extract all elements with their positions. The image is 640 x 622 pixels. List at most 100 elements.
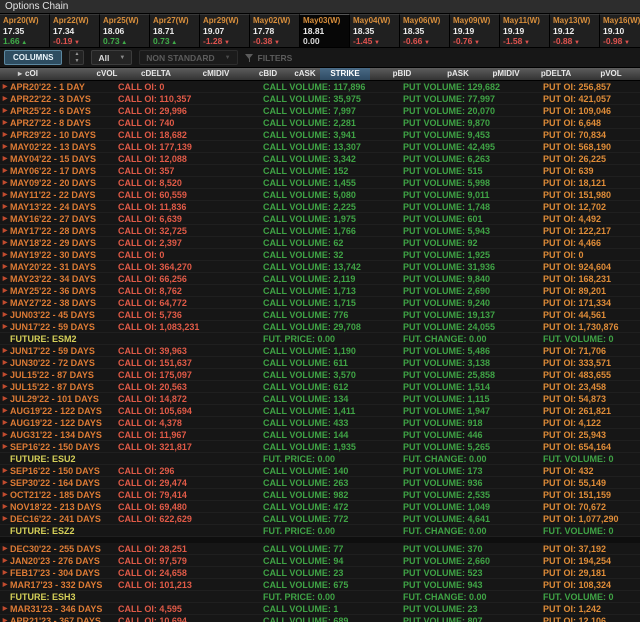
- expiration-row[interactable]: ▶ APR21'23 - 367 DAYS CALL OI: 10,694 CALL …: [0, 615, 640, 622]
- expiration-tab-may11w[interactable]: May11(W) 19.19 -1.58 ▼: [500, 14, 550, 47]
- row-expander-icon[interactable]: ▶: [0, 129, 10, 141]
- expiration-row[interactable]: ▶ MAY06'22 - 17 DAYS CALL OI: 357 CALL VOLU…: [0, 165, 640, 177]
- row-expander-icon[interactable]: ▶: [0, 225, 10, 237]
- row-expander-icon[interactable]: ▶: [0, 441, 10, 453]
- row-expander-icon[interactable]: ▶: [0, 213, 10, 225]
- expiration-row[interactable]: ▶ JUN03'22 - 45 DAYS CALL OI: 5,736 CALL VO…: [0, 309, 640, 321]
- expiration-tab-may06w[interactable]: May06(W) 18.35 -0.66 ▼: [400, 14, 450, 47]
- expiration-row[interactable]: ▶ FEB17'23 - 304 DAYS CALL OI: 24,658 CALL …: [0, 567, 640, 579]
- row-expander-icon[interactable]: ▶: [0, 93, 10, 105]
- row-expander-icon[interactable]: ▶: [0, 615, 10, 622]
- column-header-cvol[interactable]: cVOL: [88, 68, 126, 80]
- row-expander-icon[interactable]: ▶: [0, 189, 10, 201]
- column-header-cdelta[interactable]: cDELTA: [126, 68, 186, 80]
- row-expander-icon[interactable]: ▶: [0, 501, 10, 513]
- expiration-row[interactable]: ▶ SEP30'22 - 164 DAYS CALL OI: 29,474 CALL …: [0, 477, 640, 489]
- expiration-row[interactable]: ▶ OCT21'22 - 185 DAYS CALL OI: 79,414 CALL …: [0, 489, 640, 501]
- expiration-tab-may13w[interactable]: May13(W) 19.12 -0.88 ▼: [550, 14, 600, 47]
- future-row[interactable]: FUTURE: ESM2 FUT. PRICE: 0.00 FUT. CHANGE:…: [0, 333, 640, 345]
- expiration-tab-apr25w[interactable]: Apr25(W) 18.06 0.73 ▲: [100, 14, 150, 47]
- row-expander-icon[interactable]: ▶: [0, 141, 10, 153]
- expiration-row[interactable]: ▶ JUN30'22 - 72 DAYS CALL OI: 151,637 CALL …: [0, 357, 640, 369]
- row-expander-icon[interactable]: ▶: [0, 567, 10, 579]
- expiration-tab-apr20w[interactable]: Apr20(W) 17.35 1.66 ▲: [0, 14, 50, 47]
- filters-button[interactable]: FILTERS: [244, 53, 292, 63]
- expiration-row[interactable]: ▶ JUN17'22 - 59 DAYS CALL OI: 1,083,231 CAL…: [0, 321, 640, 333]
- series-filter-dropdown[interactable]: All ▼: [91, 50, 133, 65]
- column-header-cmidiv[interactable]: cMIDIV: [186, 68, 246, 80]
- column-header-cask[interactable]: cASK: [290, 68, 320, 80]
- row-expander-icon[interactable]: ▶: [0, 201, 10, 213]
- row-expander-icon[interactable]: ▶: [0, 177, 10, 189]
- row-expander-icon[interactable]: ▶: [0, 297, 10, 309]
- expiration-row[interactable]: ▶ JUN17'22 - 59 DAYS CALL OI: 39,963 CALL V…: [0, 345, 640, 357]
- row-expander-icon[interactable]: ▶: [0, 81, 10, 93]
- row-expander-icon[interactable]: ▶: [0, 429, 10, 441]
- row-expander-icon[interactable]: ▶: [0, 249, 10, 261]
- expiration-row[interactable]: ▶ DEC30'22 - 255 DAYS CALL OI: 28,251 CALL …: [0, 543, 640, 555]
- row-expander-icon[interactable]: ▶: [0, 369, 10, 381]
- expiration-row[interactable]: ▶ APR25'22 - 6 DAYS CALL OI: 29,996 CALL VO…: [0, 105, 640, 117]
- expiration-row[interactable]: ▶ MAY04'22 - 15 DAYS CALL OI: 12,088 CALL V…: [0, 153, 640, 165]
- row-expander-icon[interactable]: ▶: [0, 405, 10, 417]
- expiration-row[interactable]: ▶ MAY09'22 - 20 DAYS CALL OI: 8,520 CALL VO…: [0, 177, 640, 189]
- expiration-row[interactable]: ▶ MAY11'22 - 22 DAYS CALL OI: 60,559 CALL V…: [0, 189, 640, 201]
- expand-all-icon[interactable]: ▸: [18, 69, 22, 78]
- expiration-row[interactable]: ▶ APR20'22 - 1 DAY CALL OI: 0 CALL VOLUME: …: [0, 81, 640, 93]
- row-expander-icon[interactable]: ▶: [0, 153, 10, 165]
- expiration-row[interactable]: ▶ MAY02'22 - 13 DAYS CALL OI: 177,139 CALL …: [0, 141, 640, 153]
- row-expander-icon[interactable]: ▶: [0, 309, 10, 321]
- expiration-row[interactable]: ▶ MAR31'23 - 346 DAYS CALL OI: 4,595 CALL V…: [0, 603, 640, 615]
- row-expander-icon[interactable]: ▶: [0, 603, 10, 615]
- expiration-row[interactable]: ▶ MAY20'22 - 31 DAYS CALL OI: 364,270 CALL …: [0, 261, 640, 273]
- columns-button[interactable]: COLUMNS: [4, 50, 63, 65]
- expand-collapse-stepper[interactable]: ▲ ▼: [69, 50, 85, 65]
- non-standard-dropdown[interactable]: NON STANDARD ▼: [139, 50, 238, 65]
- column-header-pbid[interactable]: pBID: [370, 68, 434, 80]
- expiration-tab-may03w[interactable]: May03(W) 18.81 0.00: [300, 14, 350, 47]
- expiration-tab-apr29w[interactable]: Apr29(W) 19.07 -1.28 ▼: [200, 14, 250, 47]
- expiration-row[interactable]: ▶ MAY23'22 - 34 DAYS CALL OI: 66,256 CALL V…: [0, 273, 640, 285]
- expiration-row[interactable]: ▶ JAN20'23 - 276 DAYS CALL OI: 97,579 CALL …: [0, 555, 640, 567]
- column-header-cbid[interactable]: cBID: [246, 68, 290, 80]
- row-expander-icon[interactable]: ▶: [0, 345, 10, 357]
- expiration-row[interactable]: ▶ MAY13'22 - 24 DAYS CALL OI: 11,836 CALL V…: [0, 201, 640, 213]
- column-header-pask[interactable]: pASK: [434, 68, 482, 80]
- future-row[interactable]: FUTURE: ESU2 FUT. PRICE: 0.00 FUT. CHANGE:…: [0, 453, 640, 465]
- row-expander-icon[interactable]: ▶: [0, 381, 10, 393]
- column-header-pmidiv[interactable]: pMIDIV: [482, 68, 530, 80]
- column-header-pdelta[interactable]: pDELTA: [530, 68, 582, 80]
- row-expander-icon[interactable]: ▶: [0, 465, 10, 477]
- row-expander-icon[interactable]: ▶: [0, 273, 10, 285]
- expiration-row[interactable]: ▶ AUG19'22 - 122 DAYS CALL OI: 105,694 CALL…: [0, 405, 640, 417]
- row-expander-icon[interactable]: ▶: [0, 117, 10, 129]
- future-row[interactable]: FUTURE: ESH3 FUT. PRICE: 0.00 FUT. CHANGE:…: [0, 591, 640, 603]
- row-expander-icon[interactable]: ▶: [0, 417, 10, 429]
- expiration-row[interactable]: ▶ APR27'22 - 8 DAYS CALL OI: 740 CALL VOLUM…: [0, 117, 640, 129]
- expiration-row[interactable]: ▶ APR29'22 - 10 DAYS CALL OI: 18,682 CALL V…: [0, 129, 640, 141]
- expiration-row[interactable]: ▶ MAY17'22 - 28 DAYS CALL OI: 32,725 CALL V…: [0, 225, 640, 237]
- expiration-row[interactable]: ▶ AUG19'22 - 122 DAYS CALL OI: 4,378 CALL V…: [0, 417, 640, 429]
- expiration-row[interactable]: ▶ MAY27'22 - 38 DAYS CALL OI: 64,772 CALL V…: [0, 297, 640, 309]
- expiration-row[interactable]: ▶ MAY16'22 - 27 DAYS CALL OI: 6,639 CALL VO…: [0, 213, 640, 225]
- row-expander-icon[interactable]: ▶: [0, 513, 10, 525]
- expiration-tab-may16w[interactable]: May16(W) 19.10 -0.98 ▼: [600, 14, 640, 47]
- expiration-row[interactable]: ▶ SEP16'22 - 150 DAYS CALL OI: 296 CALL VOL…: [0, 465, 640, 477]
- expiration-row[interactable]: ▶ APR22'22 - 3 DAYS CALL OI: 110,357 CALL V…: [0, 93, 640, 105]
- row-expander-icon[interactable]: ▶: [0, 393, 10, 405]
- expiration-row[interactable]: ▶ NOV18'22 - 213 DAYS CALL OI: 69,480 CALL …: [0, 501, 640, 513]
- column-header-pvol[interactable]: pVOL: [582, 68, 640, 80]
- expiration-row[interactable]: ▶ MAY25'22 - 36 DAYS CALL OI: 8,762 CALL VO…: [0, 285, 640, 297]
- expiration-row[interactable]: ▶ MAR17'23 - 332 DAYS CALL OI: 101,213 CALL…: [0, 579, 640, 591]
- expiration-row[interactable]: ▶ DEC16'22 - 241 DAYS CALL OI: 622,629 CALL…: [0, 513, 640, 525]
- expiration-row[interactable]: ▶ MAY18'22 - 29 DAYS CALL OI: 2,397 CALL VO…: [0, 237, 640, 249]
- expiration-tab-may04w[interactable]: May04(W) 18.35 -1.45 ▼: [350, 14, 400, 47]
- row-expander-icon[interactable]: ▶: [0, 165, 10, 177]
- row-expander-icon[interactable]: ▶: [0, 555, 10, 567]
- expiration-row[interactable]: ▶ JUL15'22 - 87 DAYS CALL OI: 20,563 CALL V…: [0, 381, 640, 393]
- expiration-tab-apr27w[interactable]: Apr27(W) 18.71 0.73 ▲: [150, 14, 200, 47]
- column-header-strike[interactable]: STRIKE: [320, 68, 370, 80]
- row-expander-icon[interactable]: ▶: [0, 579, 10, 591]
- expiration-tab-apr22w[interactable]: Apr22(W) 17.34 -0.19 ▼: [50, 14, 100, 47]
- row-expander-icon[interactable]: ▶: [0, 357, 10, 369]
